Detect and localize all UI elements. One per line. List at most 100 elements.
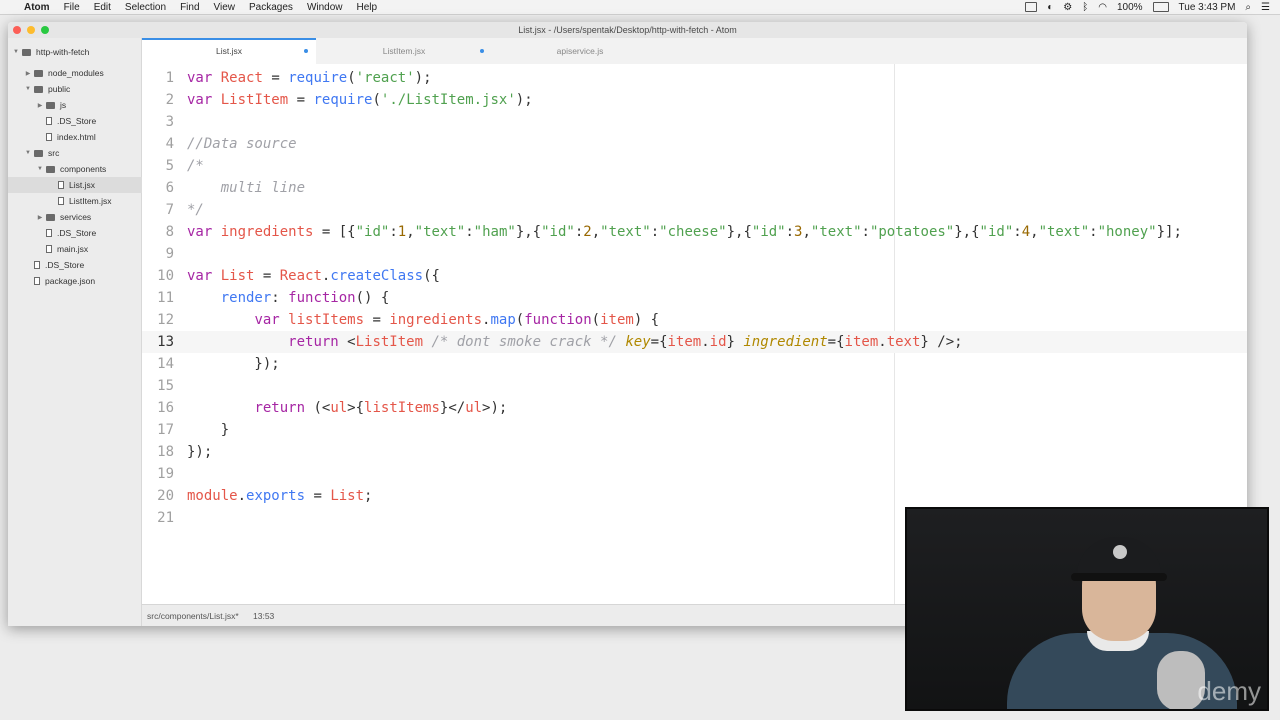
tree-item-label: js [60, 100, 67, 110]
modified-dot-icon[interactable] [304, 49, 308, 53]
line-number: 20 [157, 488, 174, 504]
code-line[interactable]: 6 multi line [142, 177, 1247, 199]
menu-selection[interactable]: Selection [125, 2, 166, 13]
file-icon [34, 277, 40, 285]
minimize-window-button[interactable] [27, 26, 35, 34]
code-line[interactable]: 10 var List = React.createClass({ [142, 265, 1247, 287]
line-number: 16 [157, 400, 174, 416]
menu-file[interactable]: File [64, 2, 80, 13]
menu-app-name[interactable]: Atom [24, 2, 50, 13]
line-number: 7 [165, 202, 174, 218]
folder-icon [46, 165, 55, 173]
code-line[interactable]: 20 module.exports = List; [142, 485, 1247, 507]
code-line[interactable]: 4//Data source [142, 133, 1247, 155]
cap-logo-icon [1113, 545, 1127, 559]
code-line[interactable]: 19 [142, 463, 1247, 485]
line-number: 12 [157, 312, 174, 328]
bluetooth-icon[interactable]: ᛒ [1082, 2, 1088, 13]
menu-window[interactable]: Window [307, 2, 343, 13]
file-icon [58, 197, 64, 205]
menu-help[interactable]: Help [357, 2, 378, 13]
tree-item-label: components [60, 164, 107, 174]
code-line[interactable]: 12 var listItems = ingredients.map(funct… [142, 309, 1247, 331]
code-line[interactable]: 9 [142, 243, 1247, 265]
folder-icon [34, 149, 43, 157]
line-number: 13 [157, 334, 174, 350]
line-number: 8 [165, 224, 174, 240]
code-line[interactable]: 17 } [142, 419, 1247, 441]
close-window-button[interactable] [13, 26, 21, 34]
menu-packages[interactable]: Packages [249, 2, 293, 13]
code-line-current[interactable]: 13 return <ListItem /* dont smoke crack … [142, 331, 1247, 353]
tree-item-node-modules[interactable]: ▶ node_modules [8, 65, 157, 81]
tree-view: ▼ http-with-fetch ▶ node_modules ▼ public ▶… [8, 38, 191, 626]
line-number: 6 [165, 180, 174, 196]
menu-bar: Atom File Edit Selection Find View Packa… [0, 0, 1280, 15]
menu-view[interactable]: View [214, 2, 236, 13]
tree-item-label: .DS_Store [57, 116, 97, 126]
title-bar: List.jsx - /Users/spentak/Desktop/http-w… [8, 22, 1247, 39]
tab-listitem-jsx[interactable]: ListItem.jsx [316, 38, 492, 64]
battery-percent: 100% [1116, 1, 1143, 13]
tab-label: ListItem.jsx [382, 46, 426, 56]
tree-item-label: src [48, 148, 60, 158]
notification-center-icon[interactable]: ☰ [1261, 2, 1270, 13]
code-line[interactable]: 3 [142, 111, 1247, 133]
line-number: 2 [165, 92, 174, 108]
code-line[interactable]: 18}); [142, 441, 1247, 463]
line-number: 18 [157, 444, 174, 460]
battery-icon[interactable] [1152, 2, 1169, 12]
tab-label: List.jsx [216, 46, 242, 56]
folder-icon [34, 85, 43, 93]
chevron-right-icon: ▶ [37, 214, 43, 221]
file-icon [58, 181, 64, 189]
airplay-icon[interactable] [1025, 2, 1038, 12]
spotlight-icon[interactable]: ⌕ [1245, 2, 1251, 13]
tab-bar: List.jsx ListItem.jsx apiservice.js [142, 38, 1247, 65]
chevron-down-icon: ▼ [13, 49, 19, 55]
tree-item-src[interactable]: ▼ src [8, 145, 157, 161]
sync-icon[interactable]: ◐ [1047, 2, 1053, 13]
status-file-path[interactable]: src/components/List.jsx* [147, 605, 239, 626]
line-number: 1 [165, 70, 174, 86]
code-line[interactable]: 7 */ [142, 199, 1247, 221]
file-icon [46, 229, 52, 237]
clock[interactable]: Tue 3:43 PM [1179, 2, 1236, 13]
code-line[interactable]: 8 var ingredients = [{"id":1,"text":"ham"… [142, 221, 1247, 243]
line-number: 17 [157, 422, 174, 438]
line-number: 15 [157, 378, 174, 394]
tab-apiservice-js[interactable]: apiservice.js [492, 38, 668, 64]
code-line[interactable]: 15 [142, 375, 1247, 397]
code-line[interactable]: 1 var React = require('react'); [142, 67, 1247, 89]
tree-item-label: node_modules [48, 68, 104, 78]
zoom-window-button[interactable] [41, 26, 49, 34]
code-line[interactable]: 14 }); [142, 353, 1247, 375]
tab-list-jsx[interactable]: List.jsx [142, 38, 316, 64]
menu-edit[interactable]: Edit [94, 2, 111, 13]
file-icon [34, 261, 40, 269]
repo-icon [22, 48, 31, 56]
code-line[interactable]: 11 render: function() { [142, 287, 1247, 309]
tree-item-label: services [60, 212, 92, 222]
line-number: 9 [165, 246, 174, 262]
code-line[interactable]: 16 return (<ul>{listItems}</ul>); [142, 397, 1247, 419]
tree-item-project-root[interactable]: ▼ http-with-fetch [8, 44, 145, 60]
tree-item-public[interactable]: ▼ public [8, 81, 157, 97]
wifi-icon[interactable]: ◠ [1098, 2, 1107, 13]
modified-dot-icon[interactable] [480, 49, 484, 53]
webcam-overlay: demy [905, 507, 1269, 711]
folder-icon [46, 101, 55, 109]
code-line[interactable]: 5/* [142, 155, 1247, 177]
menu-find[interactable]: Find [180, 2, 199, 13]
code-line[interactable]: 2 var ListItem = require('./ListItem.jsx'… [142, 89, 1247, 111]
watermark: demy [1197, 676, 1261, 706]
extension-icon[interactable]: ⚙ [1063, 2, 1072, 13]
tab-label: apiservice.js [556, 46, 604, 56]
status-cursor-position[interactable]: 13:53 [253, 605, 274, 626]
tree-item-label: http-with-fetch [36, 47, 90, 57]
file-icon [46, 245, 52, 253]
tree-item-label: public [48, 84, 71, 94]
line-number: 10 [157, 268, 174, 284]
folder-icon [34, 69, 43, 77]
line-number: 5 [165, 158, 174, 174]
